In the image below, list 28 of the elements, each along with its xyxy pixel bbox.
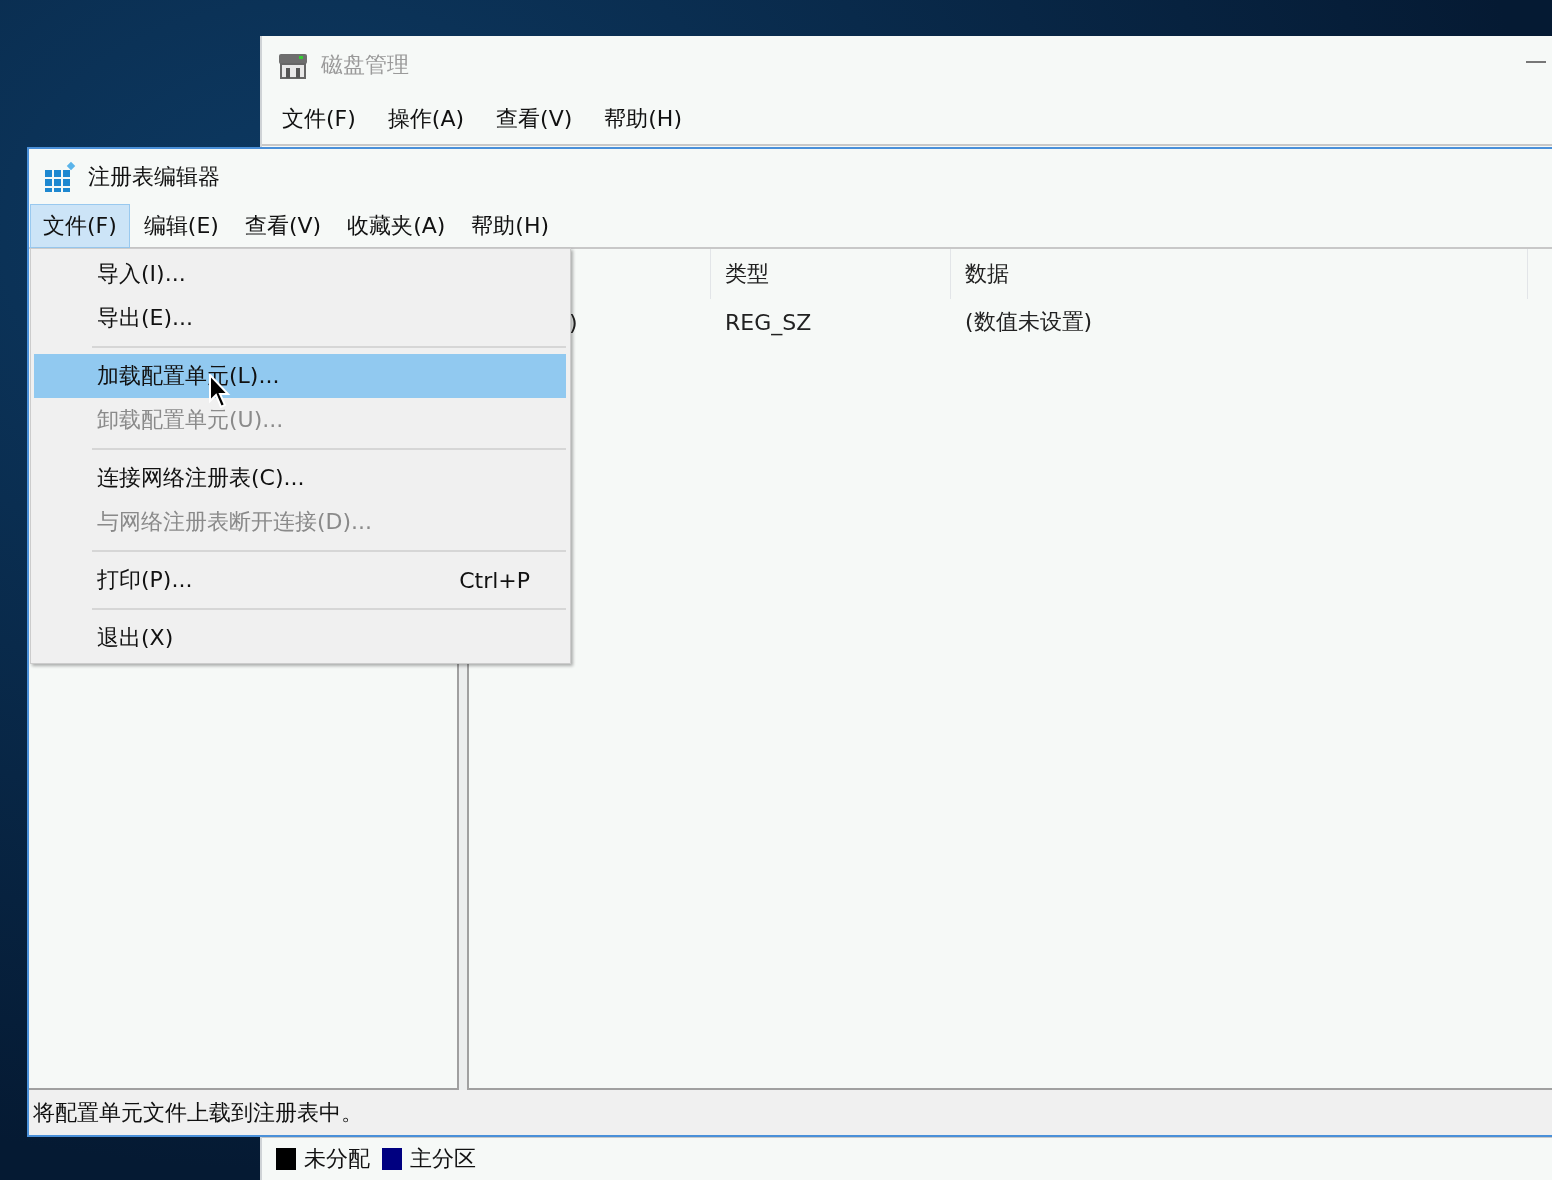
menu-item[interactable]: 打印(P)... Ctrl+P	[34, 558, 566, 602]
menu-item[interactable]: 收藏夹(A)	[335, 205, 458, 247]
table-cell-text: (数值未设置)	[964, 308, 1094, 336]
menu-item[interactable]: 文件(F)	[30, 204, 130, 248]
table-cell-text: REG_SZ	[724, 308, 813, 338]
registry-icon	[44, 161, 76, 193]
menu-item[interactable]: 操作(A)	[375, 100, 477, 138]
menu-item[interactable]: 退出(X)	[34, 616, 566, 660]
minimize-button[interactable]	[1526, 61, 1546, 63]
menu-item[interactable]: 帮助(H)	[459, 205, 562, 247]
menu-item[interactable]: 帮助(H)	[592, 100, 694, 138]
menu-item[interactable]: 编辑(E)	[131, 205, 231, 247]
menu-item[interactable]: 查看(V)	[232, 205, 334, 247]
status-bar: 将配置单元文件上载到注册表中。	[29, 1090, 1552, 1135]
legend-label: 主分区	[410, 1145, 476, 1173]
column-header[interactable]: 数据	[951, 249, 1528, 299]
window-title: 注册表编辑器	[88, 163, 220, 191]
legend-label: 未分配	[304, 1145, 370, 1173]
table-cell-text: )	[568, 308, 579, 337]
window-title: 磁盘管理	[321, 51, 409, 79]
menu-item[interactable]: 查看(V)	[484, 100, 585, 138]
column-header[interactable]: 类型	[711, 249, 951, 299]
menu-item[interactable]: 导入(I)...	[34, 252, 566, 296]
menu-label: 打印(P)...	[97, 566, 194, 594]
menu-item[interactable]: 连接网络注册表(C)...	[34, 456, 566, 500]
menu-item[interactable]: 导出(E)...	[34, 296, 566, 340]
menu-item[interactable]: 文件(F)	[270, 100, 368, 138]
shortcut-label: Ctrl+P	[459, 567, 530, 593]
